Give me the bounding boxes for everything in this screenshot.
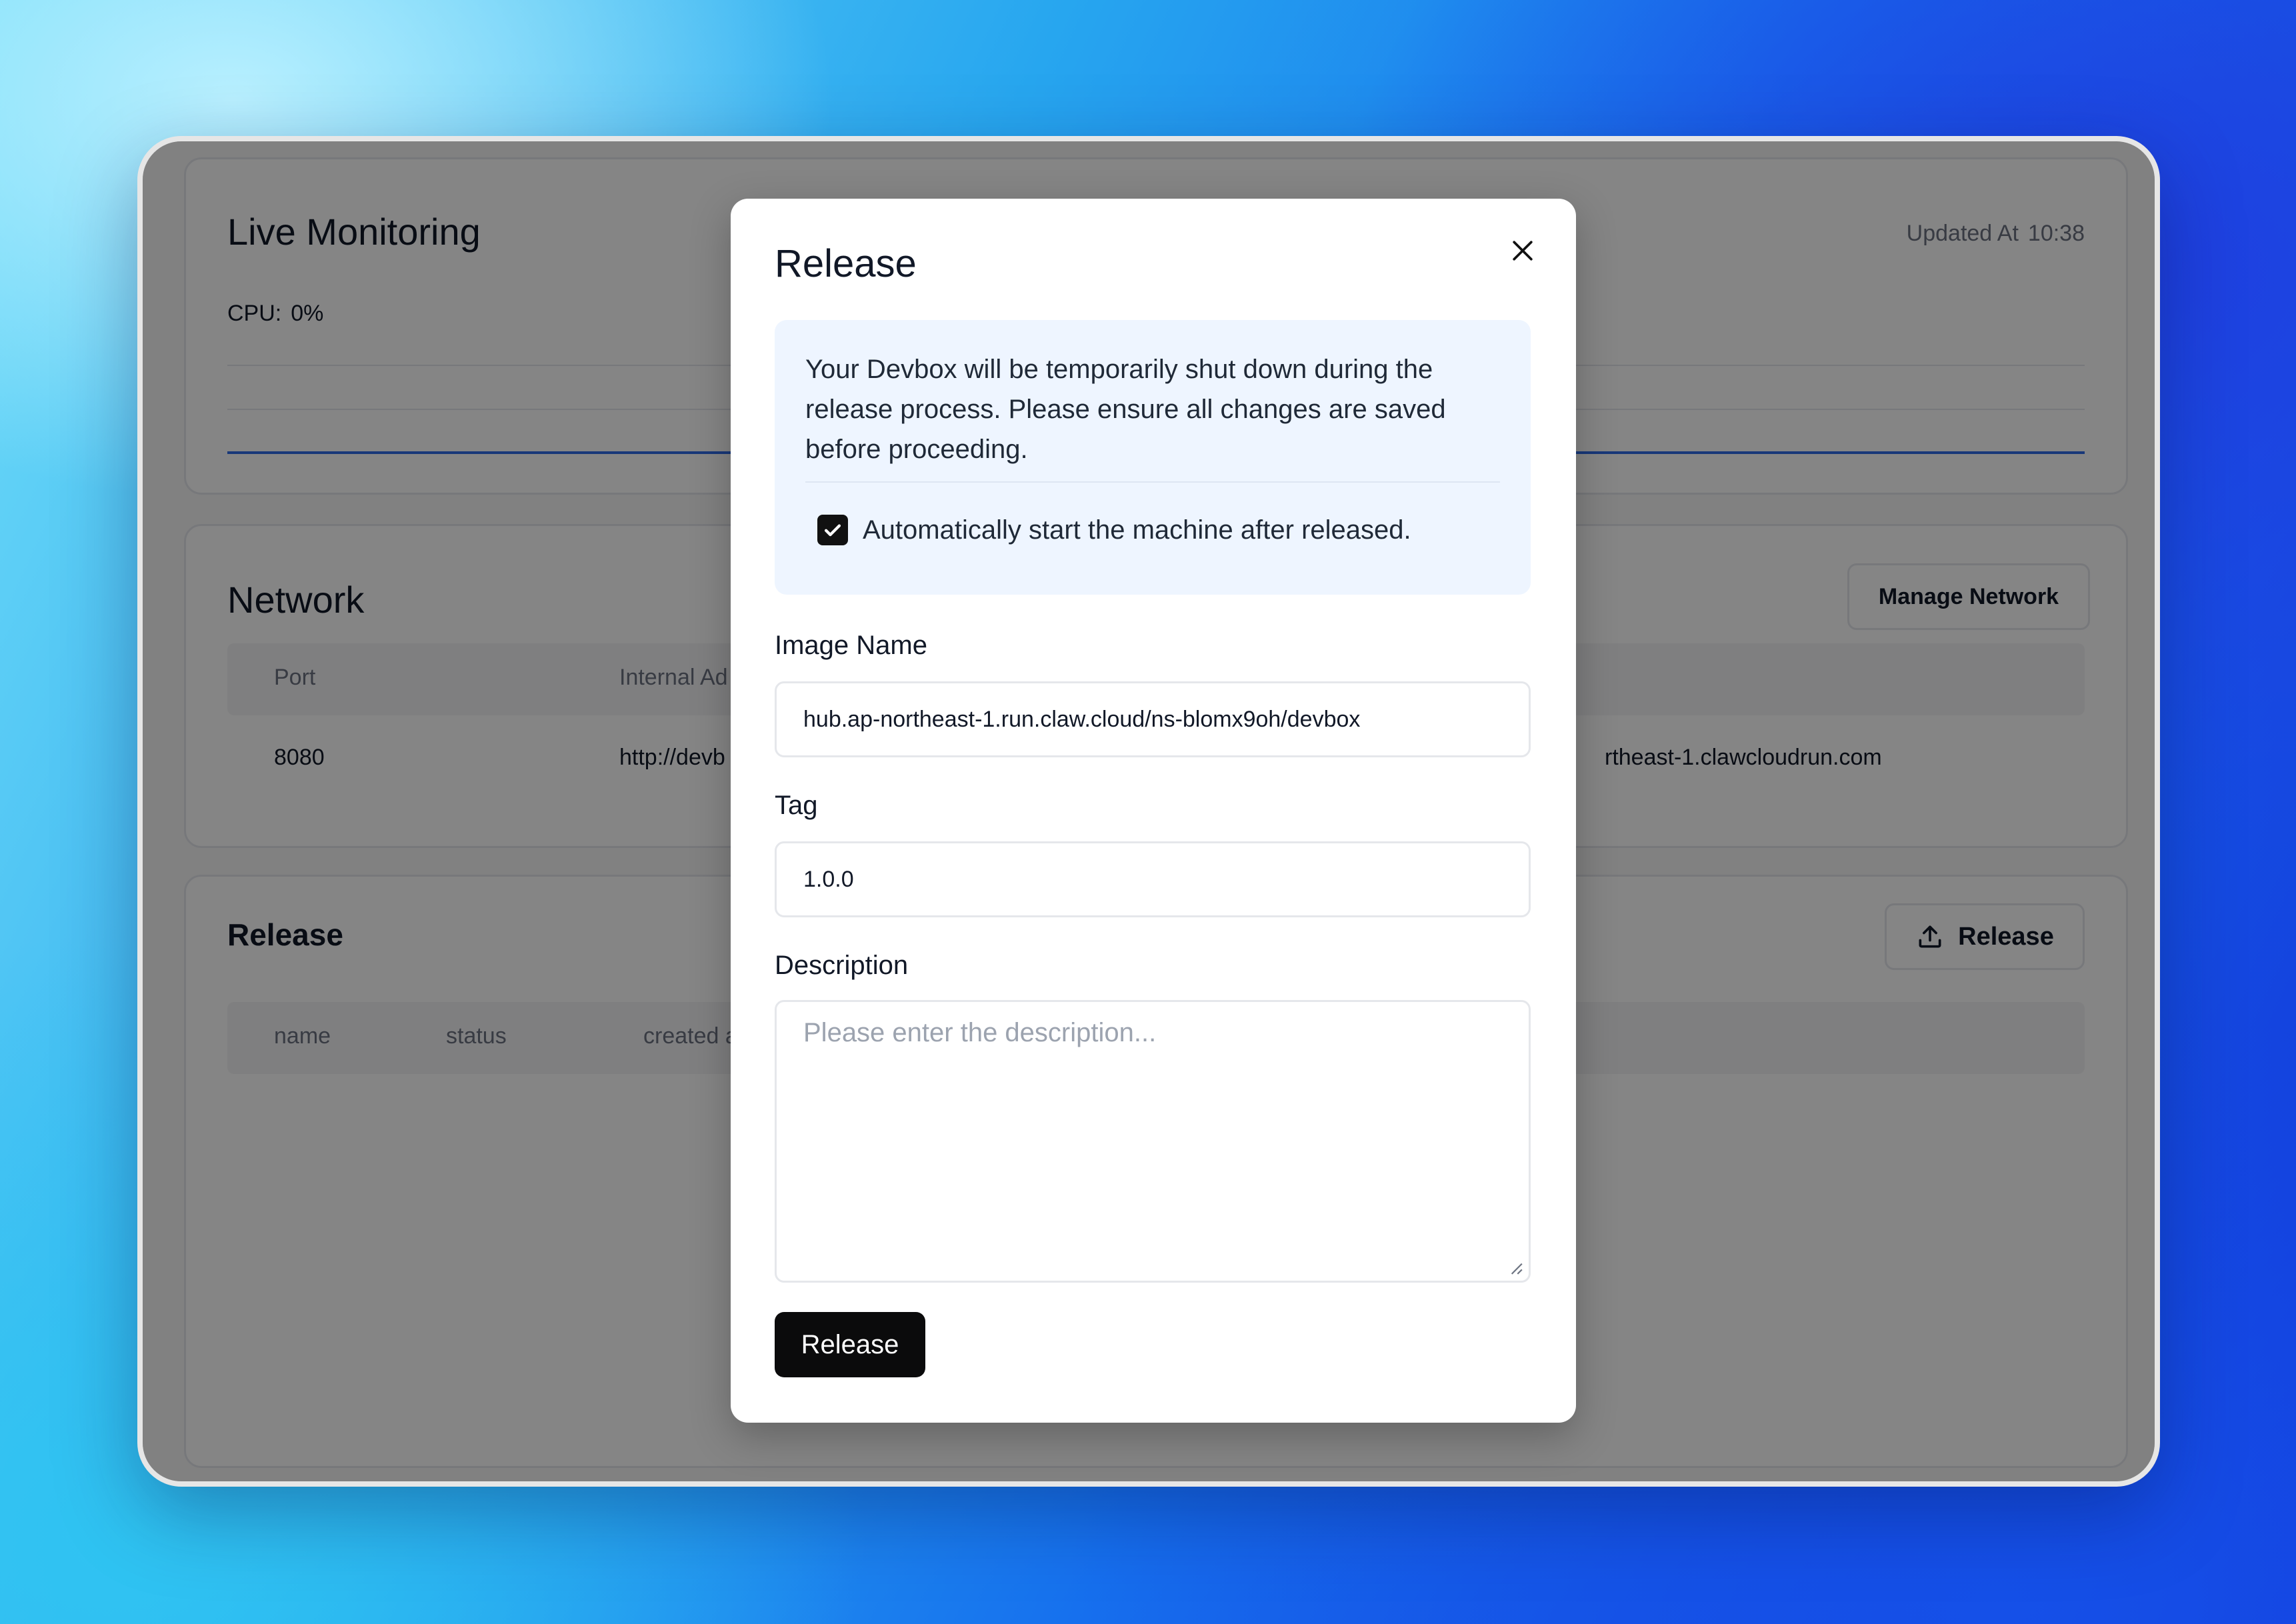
description-placeholder: Please enter the description... — [803, 1018, 1157, 1047]
image-name-input[interactable]: hub.ap-northeast-1.run.claw.cloud/ns-blo… — [775, 681, 1531, 757]
resize-grip-icon[interactable] — [1506, 1258, 1523, 1275]
auto-start-option[interactable]: Automatically start the machine after re… — [817, 515, 1411, 545]
tag-label: Tag — [775, 791, 818, 820]
release-submit-button[interactable]: Release — [775, 1312, 925, 1377]
description-textarea[interactable]: Please enter the description... — [775, 1000, 1531, 1283]
release-dialog: Release Your Devbox will be temporarily … — [731, 199, 1576, 1423]
shutdown-notice: Your Devbox will be temporarily shut dow… — [775, 320, 1531, 595]
notice-divider — [805, 481, 1500, 483]
auto-start-label: Automatically start the machine after re… — [863, 515, 1411, 545]
description-label: Description — [775, 951, 909, 980]
auto-start-checkbox[interactable] — [817, 515, 848, 545]
tag-input[interactable]: 1.0.0 — [775, 841, 1531, 917]
close-icon — [1513, 241, 1533, 261]
check-icon — [824, 524, 841, 537]
notice-text: Your Devbox will be temporarily shut dow… — [805, 355, 1446, 464]
close-button[interactable] — [1496, 224, 1549, 277]
dialog-title: Release — [775, 242, 917, 285]
image-name-label: Image Name — [775, 631, 927, 660]
